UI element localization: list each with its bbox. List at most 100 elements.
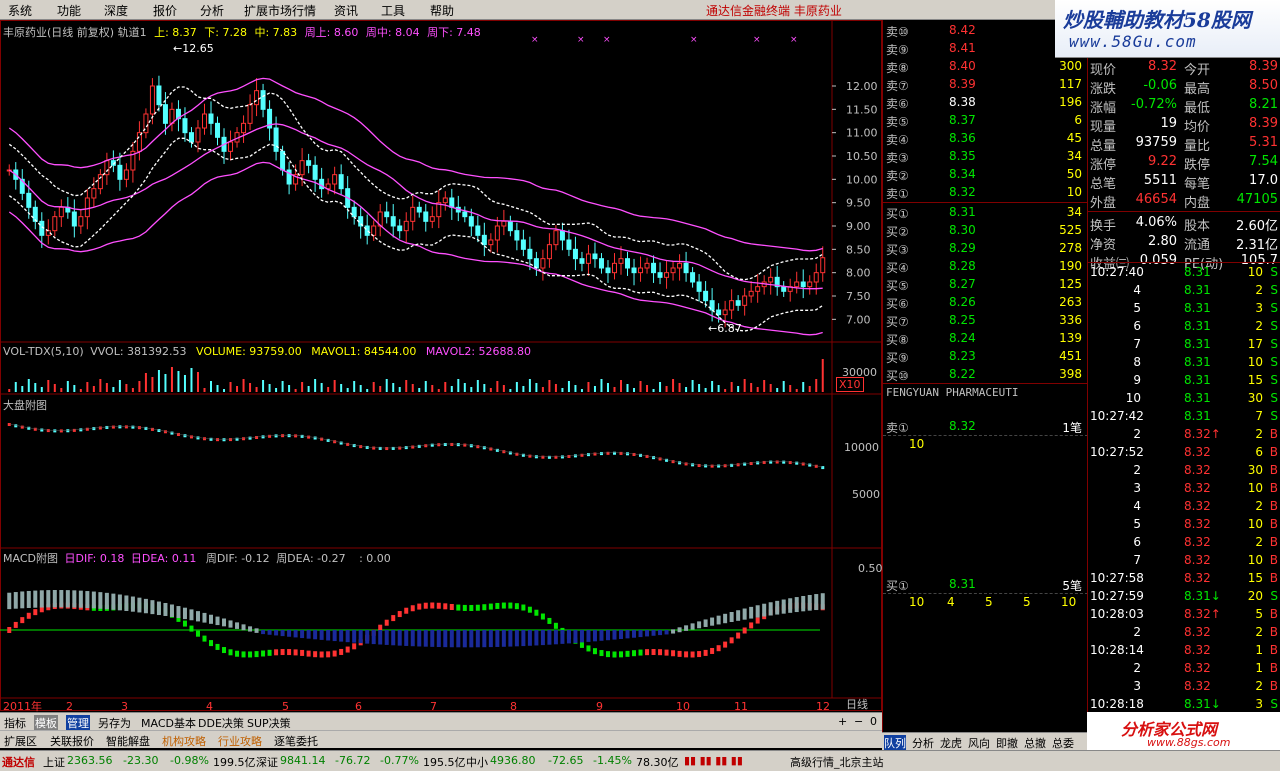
logo-line2: www.58Gu.com: [1069, 32, 1197, 51]
sell-row[interactable]: 卖③ 8.35 34: [883, 148, 1088, 166]
tick-row[interactable]: 2 8.32↑ 2 B: [1088, 426, 1280, 444]
menu-analysis[interactable]: 分析: [200, 2, 224, 19]
tab-total-cancel[interactable]: 总撤: [1024, 735, 1046, 751]
macd-weekly-bar: [469, 630, 474, 648]
period-label[interactable]: 日线: [846, 696, 868, 712]
quote-key: 总笔: [1090, 177, 1117, 192]
tick-row[interactable]: 4 8.31 2 S: [1088, 282, 1280, 300]
tick-row[interactable]: 10:28:03 8.32↑ 5 B: [1088, 606, 1280, 624]
tab-indicator[interactable]: 指标: [4, 715, 26, 731]
sell-row[interactable]: 卖⑦ 8.39 117: [883, 76, 1088, 94]
buy-row[interactable]: 买② 8.30 525: [883, 222, 1088, 240]
tab-sup[interactable]: SUP决策: [247, 715, 291, 731]
tab-template[interactable]: 模板: [34, 715, 58, 731]
ext-area[interactable]: 扩展区: [4, 733, 37, 749]
macd-weekly-bar: [91, 591, 96, 609]
menu-function[interactable]: 功能: [57, 2, 81, 19]
kline-chart[interactable]: 12.00 11.50 11.00 10.50 10.00 9.50 9.00 8.50 8.0…: [0, 20, 882, 712]
sell-row[interactable]: 卖⑧ 8.40 300: [883, 58, 1088, 76]
tick-row[interactable]: 6 8.32 2 B: [1088, 534, 1280, 552]
tab-wind[interactable]: 风向: [968, 735, 990, 751]
macd-dif-mark: [397, 611, 402, 618]
tick-row[interactable]: 6 8.31 2 S: [1088, 318, 1280, 336]
sell-row[interactable]: 卖⑥ 8.38 196: [883, 94, 1088, 112]
tick-row[interactable]: 2 8.32 1 B: [1088, 660, 1280, 678]
sell-queue-row[interactable]: 卖① 8.32 1笔: [883, 418, 1088, 436]
tick-row[interactable]: 5 8.32 10 B: [1088, 516, 1280, 534]
tick-volume: 10: [1247, 517, 1263, 531]
tick-row[interactable]: 3 8.32 2 B: [1088, 678, 1280, 696]
buy-row[interactable]: 买⑧ 8.24 139: [883, 330, 1088, 348]
ext-institution[interactable]: 机构攻略: [162, 733, 206, 749]
tick-row[interactable]: 2 8.32 30 B: [1088, 462, 1280, 480]
buy-row[interactable]: 买⑤ 8.27 125: [883, 276, 1088, 294]
tick-row[interactable]: 9 8.31 15 S: [1088, 372, 1280, 390]
signal-marker: ×: [531, 35, 539, 45]
menu-system[interactable]: 系统: [8, 2, 32, 19]
buy-row[interactable]: 买⑦ 8.25 336: [883, 312, 1088, 330]
menu-info[interactable]: 资讯: [334, 2, 358, 19]
buy-row[interactable]: 买⑩ 8.22 398: [883, 366, 1088, 384]
tick-row[interactable]: 8 8.31 10 S: [1088, 354, 1280, 372]
tab-dragon-tiger[interactable]: 龙虎: [940, 735, 962, 751]
vol-mult[interactable]: X10: [836, 377, 864, 392]
tick-row[interactable]: 10:27:40 8.31 10 S: [1088, 264, 1280, 282]
ext-order-detail[interactable]: 逐笔委托: [274, 733, 318, 749]
menu-quote[interactable]: 报价: [153, 2, 177, 19]
tab-queue[interactable]: 队列: [884, 735, 906, 751]
chart-area[interactable]: 12.00 11.50 11.00 10.50 10.00 9.50 9.00 8.50 8.0…: [0, 20, 883, 712]
buy-row[interactable]: 买⑨ 8.23 451: [883, 348, 1088, 366]
tab-cancel[interactable]: 即撤: [996, 735, 1018, 751]
tick-row[interactable]: 7 8.32 10 B: [1088, 552, 1280, 570]
tick-row[interactable]: 10:27:42 8.31 7 S: [1088, 408, 1280, 426]
tick-row[interactable]: 7 8.31 17 S: [1088, 336, 1280, 354]
tick-time: 10:27:58: [1090, 571, 1144, 585]
buy-label: 买⑩: [886, 369, 909, 383]
tick-row[interactable]: 10:27:59 8.31↓ 20 S: [1088, 588, 1280, 606]
buy-row[interactable]: 买① 8.31 34: [883, 204, 1088, 222]
market-candle: [137, 426, 141, 430]
ext-smart-analysis[interactable]: 智能解盘: [106, 733, 150, 749]
menu-help[interactable]: 帮助: [430, 2, 454, 19]
ext-industry[interactable]: 行业攻略: [218, 733, 262, 749]
market-candle: [300, 434, 304, 438]
tab-save-as[interactable]: 另存为: [98, 715, 131, 731]
tick-row[interactable]: 2 8.32 2 B: [1088, 624, 1280, 642]
tab-macd-basic[interactable]: MACD基本: [141, 715, 196, 731]
buy-row[interactable]: 买④ 8.28 190: [883, 258, 1088, 276]
tick-row[interactable]: 10 8.31 30 S: [1088, 390, 1280, 408]
sell-row[interactable]: 卖④ 8.36 45: [883, 130, 1088, 148]
zoom-plus-button[interactable]: +: [838, 715, 847, 728]
sell-row[interactable]: 卖⑤ 8.37 6: [883, 112, 1088, 130]
menu-ext-market[interactable]: 扩展市场行情: [244, 2, 316, 19]
zx-label[interactable]: 中小: [466, 754, 488, 770]
tick-row[interactable]: 10:27:58 8.32 15 B: [1088, 570, 1280, 588]
tick-price: 8.32: [1184, 571, 1211, 585]
menu-depth[interactable]: 深度: [104, 2, 128, 19]
tab-analysis[interactable]: 分析: [912, 735, 934, 751]
tick-row[interactable]: 10:28:14 8.32 1 B: [1088, 642, 1280, 660]
status-brand[interactable]: 通达信: [2, 754, 35, 770]
menu-tools[interactable]: 工具: [381, 2, 405, 19]
tick-row[interactable]: 10:27:52 8.32 6 B: [1088, 444, 1280, 462]
zx-pct: -1.45%: [593, 754, 632, 767]
server-label[interactable]: 高级行情_北京主站: [790, 754, 884, 770]
tick-row[interactable]: 5 8.31 3 S: [1088, 300, 1280, 318]
band-up: 上: 8.37: [154, 26, 197, 39]
sh-label[interactable]: 上证: [43, 754, 65, 770]
sz-label[interactable]: 深证: [256, 754, 278, 770]
buy-queue-row[interactable]: 买① 8.31 5笔: [883, 576, 1088, 594]
macd-weekly-bar: [46, 590, 51, 608]
tab-manage[interactable]: 管理: [66, 715, 90, 731]
sell-row[interactable]: 卖① 8.32 10: [883, 184, 1088, 202]
buy-row[interactable]: 买⑥ 8.26 263: [883, 294, 1088, 312]
buy-row[interactable]: 买③ 8.29 278: [883, 240, 1088, 258]
zoom-minus-button[interactable]: −: [854, 715, 863, 728]
zoom-reset-button[interactable]: 0: [870, 715, 877, 728]
tab-dde[interactable]: DDE决策: [198, 715, 244, 731]
sell-row[interactable]: 卖② 8.34 50: [883, 166, 1088, 184]
tick-row[interactable]: 3 8.32 10 B: [1088, 480, 1280, 498]
tick-row[interactable]: 4 8.32 2 B: [1088, 498, 1280, 516]
ext-related-quote[interactable]: 关联报价: [50, 733, 94, 749]
tab-total-order[interactable]: 总委: [1052, 735, 1074, 751]
